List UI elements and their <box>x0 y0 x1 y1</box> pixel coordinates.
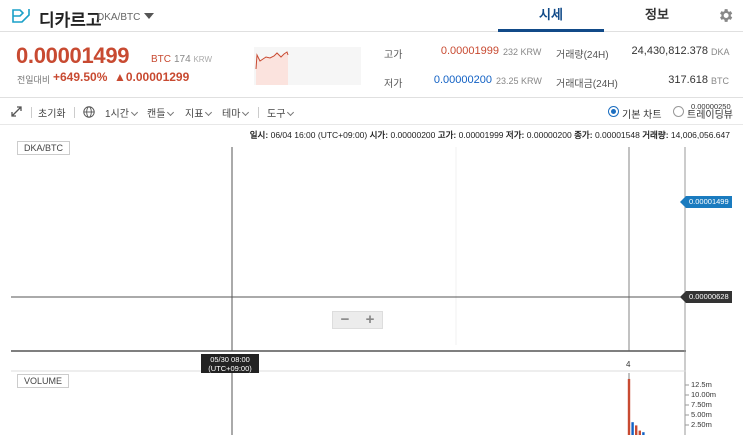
info-close-value: 0.00001548 <box>594 130 640 140</box>
candle-dropdown[interactable]: 캔들 <box>147 105 175 120</box>
tradingview-radio[interactable] <box>673 106 684 117</box>
high-krw: 232 KRW <box>503 47 541 57</box>
reset-button[interactable]: 초기화 <box>38 105 66 120</box>
chevron-down-icon <box>242 108 250 117</box>
amount-value: 317.618 <box>668 74 708 86</box>
volume-bar <box>638 430 641 435</box>
volume-tick-label: 10.00m <box>691 390 717 399</box>
coin-name[interactable]: 디카르고 <box>39 6 102 31</box>
crosshair-time-line2: (UTC+09:00) <box>208 364 252 373</box>
current-price: 0.00001499 <box>16 43 130 68</box>
chevron-down-icon <box>205 108 213 117</box>
volume-pane-label: VOLUME <box>17 374 70 388</box>
change-amount: ▲0.00001299 <box>114 70 190 84</box>
price-krw: 174 KRW <box>174 54 212 65</box>
coin-pair: DKA/BTC <box>97 12 141 23</box>
globe-icon[interactable] <box>83 106 95 118</box>
high-value: 0.00001999 <box>440 45 499 57</box>
expand-icon[interactable] <box>11 106 22 117</box>
toolbar-divider <box>31 107 32 118</box>
coin-logo-icon <box>12 9 30 23</box>
tab-market[interactable]: 시세 <box>498 0 604 32</box>
theme-dropdown[interactable]: 테마 <box>222 105 250 120</box>
interval-label: 1시간 <box>105 109 129 120</box>
chevron-down-icon <box>130 108 139 117</box>
chevron-down-icon <box>287 108 295 117</box>
volume-tick-label: 12.5m <box>691 380 712 389</box>
toolbar-divider <box>258 107 259 118</box>
volume-unit: DKA <box>711 47 730 57</box>
zoom-out-button[interactable]: − <box>333 312 357 328</box>
volume-bar <box>635 425 638 435</box>
volume-bars <box>627 378 645 435</box>
chevron-down-icon <box>167 108 175 117</box>
high-krw-value: 232 <box>503 47 519 57</box>
volume-bar <box>631 422 634 435</box>
info-open-label: 시가: <box>369 130 389 140</box>
price-panel: 0.00001499 BTC 174 KRW 전일대비 +649.50% ▲0.… <box>0 33 743 98</box>
low-value: 0.00000200 <box>433 74 492 86</box>
current-price-tag: 0.00001499 <box>680 196 732 208</box>
info-low-value: 0.00000200 <box>526 130 572 140</box>
gear-icon[interactable] <box>717 7 734 24</box>
info-high-value: 0.00001999 <box>458 130 504 140</box>
zoom-in-button[interactable]: + <box>358 312 382 328</box>
volume-value: 24,430,812.378 <box>631 45 708 57</box>
info-volume-label: 거래량: <box>642 130 669 140</box>
basic-chart-label[interactable]: 기본 차트 <box>622 106 662 121</box>
header: 디카르고 DKA/BTC 시세 정보 <box>0 0 743 32</box>
low-krw: 23.25 KRW <box>496 76 542 86</box>
mini-price-chart <box>254 47 361 85</box>
high-krw-unit: KRW <box>520 47 542 57</box>
candle-label: 캔들 <box>147 109 166 120</box>
chart-pair-label: DKA/BTC <box>17 141 71 155</box>
change-percent: +649.50% <box>53 70 108 84</box>
basic-chart-radio[interactable] <box>608 106 619 117</box>
amount-unit: BTC <box>711 76 729 86</box>
x-tick-label: 4 <box>626 360 631 369</box>
volume-tick-label: 2.50m <box>691 420 712 429</box>
y-tick-label: 0.00000250 <box>691 102 731 112</box>
toolbar-divider <box>74 107 75 118</box>
price-chart[interactable] <box>0 141 743 435</box>
theme-label: 테마 <box>222 109 241 120</box>
volume-tick-label: 5.00m <box>691 410 712 419</box>
indicator-label: 지표 <box>185 109 204 120</box>
info-high-label: 고가: <box>437 130 457 140</box>
crosshair-price-tag: 0.00000628 <box>680 291 732 303</box>
volume-tick-label: 7.50m <box>691 400 712 409</box>
interval-dropdown[interactable]: 1시간 <box>105 105 139 120</box>
price-krw-value: 174 <box>174 54 191 65</box>
low-krw-value: 23.25 <box>496 76 519 86</box>
volume-bar <box>627 378 631 435</box>
indicator-dropdown[interactable]: 지표 <box>185 105 213 120</box>
change-label: 전일대비 <box>17 75 51 85</box>
info-close-label: 종가: <box>574 130 593 140</box>
crosshair-time-tag: 05/30 08:00 (UTC+09:00) <box>201 354 259 373</box>
tools-label: 도구 <box>267 109 286 120</box>
crosshair-time-line1: 05/30 08:00 <box>210 355 250 364</box>
tools-dropdown[interactable]: 도구 <box>267 105 295 120</box>
chevron-down-icon[interactable] <box>144 13 154 19</box>
info-date-label: 일시: <box>249 130 269 140</box>
info-low-label: 저가: <box>505 130 525 140</box>
y-tick-marks <box>685 384 689 426</box>
zoom-controls: − + <box>332 311 383 329</box>
price-krw-unit: KRW <box>193 55 212 64</box>
info-open-value: 0.00000200 <box>390 130 436 140</box>
low-krw-unit: KRW <box>521 76 542 86</box>
info-volume-value: 14,006,056.647 <box>670 130 730 140</box>
tab-info[interactable]: 정보 <box>604 0 710 32</box>
info-date-value: 06/04 16:00 (UTC+09:00) <box>270 130 368 140</box>
price-unit: BTC <box>151 54 171 65</box>
ohlc-info-line: 일시: 06/04 16:00 (UTC+09:00) 시가: 0.000002… <box>0 129 730 141</box>
